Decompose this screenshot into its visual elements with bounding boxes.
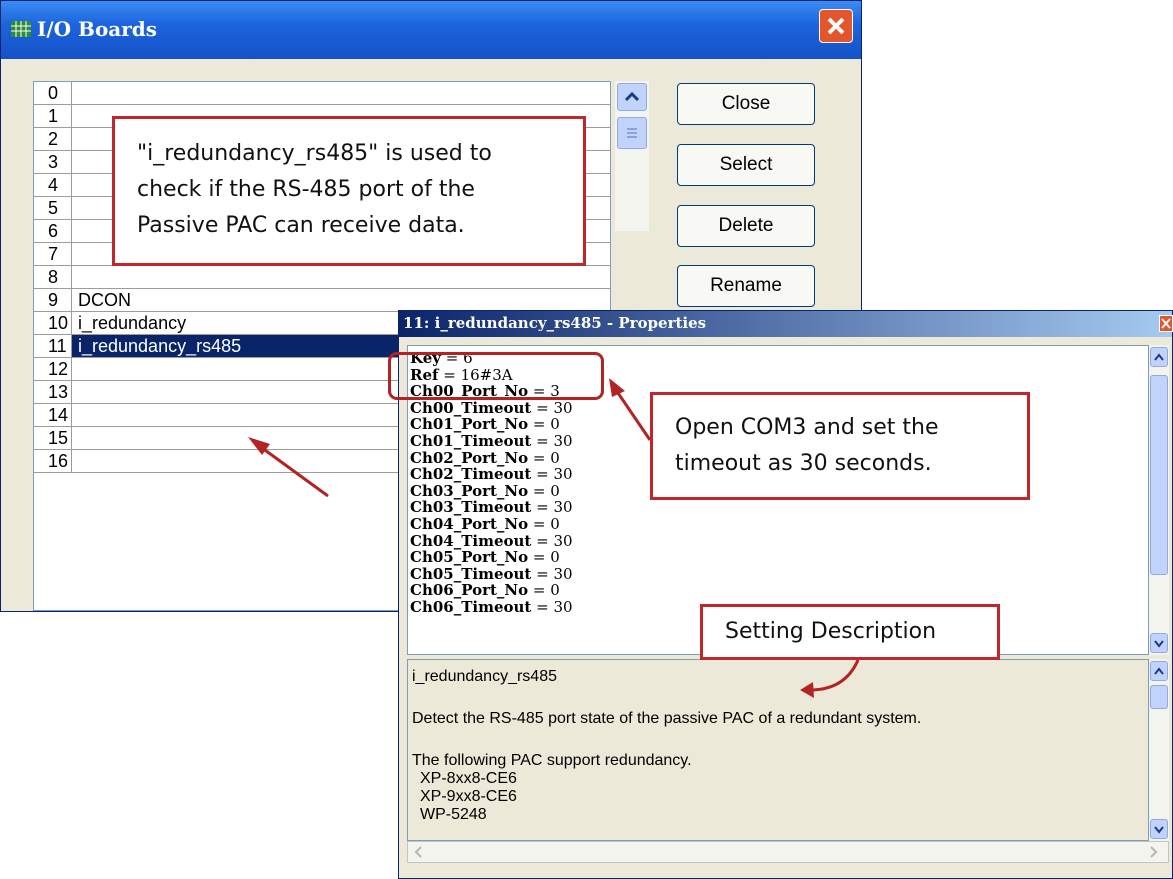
- arrowhead-icon: [800, 682, 814, 698]
- arrowhead-icon: [609, 378, 625, 397]
- arrow-to-ch00: [614, 389, 652, 441]
- annotation-arrows: [248, 378, 860, 698]
- arrow-to-row-11: [257, 443, 329, 498]
- arrow-to-description: [809, 659, 860, 692]
